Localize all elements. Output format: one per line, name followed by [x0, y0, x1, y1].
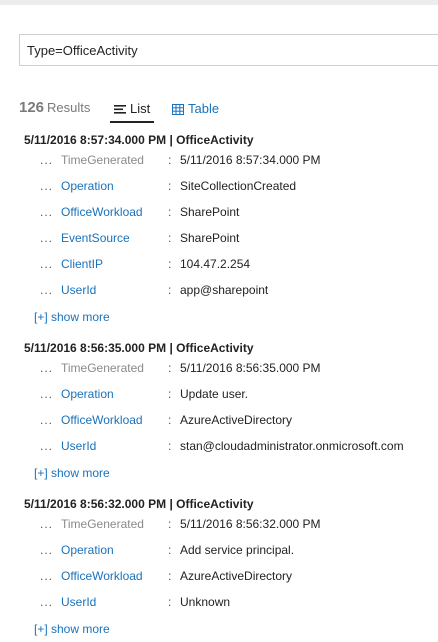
expand-dots-icon[interactable]: ...: [40, 179, 53, 193]
top-band: [0, 0, 438, 5]
field-colon: :: [168, 283, 172, 297]
expand-dots-icon[interactable]: ...: [40, 283, 53, 297]
expand-dots-icon[interactable]: ...: [40, 205, 53, 219]
field-row: ... OfficeWorkload: AzureActiveDirectory: [40, 413, 438, 429]
expand-dots-icon[interactable]: ...: [40, 387, 53, 401]
field-name-link[interactable]: UserId: [61, 439, 96, 453]
field-colon: :: [168, 387, 172, 401]
search-query-input[interactable]: Type=OfficeActivity: [19, 34, 438, 66]
expand-dots-icon[interactable]: ...: [40, 153, 53, 167]
list-icon: [114, 103, 126, 118]
field-name: TimeGenerated: [61, 153, 144, 167]
field-name-link[interactable]: OfficeWorkload: [61, 413, 143, 427]
field-value: 5/11/2016 8:56:32.000 PM: [180, 517, 321, 531]
field-name-link[interactable]: Operation: [61, 543, 114, 557]
results-bar: 126 Results List Table: [19, 99, 438, 123]
expand-dots-icon[interactable]: ...: [40, 543, 53, 557]
field-name: TimeGenerated: [61, 517, 144, 531]
record-header: 5/11/2016 8:56:35.000 PM | OfficeActivit…: [24, 341, 254, 355]
field-row: ... Operation: Update user.: [40, 387, 438, 403]
field-colon: :: [168, 543, 172, 557]
field-row: ... Operation: Add service principal.: [40, 543, 438, 559]
field-value: SharePoint: [180, 205, 240, 219]
results-count-label: Results: [47, 100, 91, 115]
expand-dots-icon[interactable]: ...: [40, 413, 53, 427]
field-row: ... TimeGenerated:5/11/2016 8:56:35.000 P…: [40, 361, 438, 377]
field-row: ... UserId: stan@cloudadministrator.onmicr…: [40, 439, 438, 455]
results-count: 126 Results: [19, 99, 90, 116]
field-row: ... UserId: app@sharepoint: [40, 283, 438, 299]
record-header: 5/11/2016 8:56:32.000 PM | OfficeActivit…: [24, 497, 254, 511]
field-colon: :: [168, 179, 172, 193]
field-name-link[interactable]: OfficeWorkload: [61, 205, 143, 219]
field-value: 5/11/2016 8:56:35.000 PM: [180, 361, 321, 375]
tab-table-label: Table: [188, 101, 220, 116]
field-colon: :: [168, 439, 172, 453]
field-row: ... ClientIP:104.47.2.254: [40, 257, 438, 273]
field-value: AzureActiveDirectory: [180, 569, 293, 583]
expand-dots-icon[interactable]: ...: [40, 439, 53, 453]
tab-list[interactable]: List: [110, 101, 155, 123]
field-colon: :: [168, 257, 172, 271]
field-name-link[interactable]: UserId: [61, 283, 96, 297]
tab-list-label: List: [130, 101, 151, 116]
tab-table[interactable]: Table: [172, 101, 219, 121]
field-name: TimeGenerated: [61, 361, 144, 375]
field-row: ... Operation: SiteCollectionCreated: [40, 179, 438, 195]
field-value: Add service principal.: [180, 543, 295, 557]
field-name-link[interactable]: Operation: [61, 387, 114, 401]
expand-dots-icon[interactable]: ...: [40, 231, 53, 245]
field-row: ... EventSource: SharePoint: [40, 231, 438, 247]
field-value: 5/11/2016 8:57:34.000 PM: [180, 153, 321, 167]
field-name-link[interactable]: OfficeWorkload: [61, 569, 143, 583]
field-value: Update user.: [180, 387, 249, 401]
field-row: ... OfficeWorkload: AzureActiveDirectory: [40, 569, 438, 585]
field-row: ... OfficeWorkload: SharePoint: [40, 205, 438, 221]
field-colon: :: [168, 153, 172, 167]
field-value: Unknown: [180, 595, 231, 609]
field-colon: :: [168, 517, 172, 531]
field-value: SharePoint: [180, 231, 240, 245]
field-row: ... TimeGenerated:5/11/2016 8:56:32.000 P…: [40, 517, 438, 533]
field-colon: :: [168, 361, 172, 375]
expand-dots-icon[interactable]: ...: [40, 361, 53, 375]
expand-dots-icon[interactable]: ...: [40, 569, 53, 583]
expand-dots-icon[interactable]: ...: [40, 517, 53, 531]
field-row: ... UserId: Unknown: [40, 595, 438, 611]
field-value: AzureActiveDirectory: [180, 413, 293, 427]
table-grid-icon: [172, 103, 184, 118]
show-more-link[interactable]: [+] show more: [34, 310, 110, 324]
field-row: ... TimeGenerated:5/11/2016 8:57:34.000 P…: [40, 153, 438, 169]
field-value: SiteCollectionCreated: [180, 179, 297, 193]
field-name-link[interactable]: Operation: [61, 179, 114, 193]
field-colon: :: [168, 569, 172, 583]
field-colon: :: [168, 595, 172, 609]
record-header: 5/11/2016 8:57:34.000 PM | OfficeActivit…: [24, 133, 254, 147]
show-more-link[interactable]: [+] show more: [34, 466, 110, 480]
field-name-link[interactable]: EventSource: [61, 231, 130, 245]
show-more-link[interactable]: [+] show more: [34, 622, 110, 636]
field-value: app@sharepoint: [180, 283, 269, 297]
expand-dots-icon[interactable]: ...: [40, 595, 53, 609]
field-value: stan@cloudadministrator.onmicrosoft.com: [180, 439, 404, 453]
expand-dots-icon[interactable]: ...: [40, 257, 53, 271]
results-count-number: 126: [19, 99, 45, 116]
field-value: 104.47.2.254: [180, 257, 251, 271]
field-colon: :: [168, 413, 172, 427]
field-colon: :: [168, 205, 172, 219]
field-colon: :: [168, 231, 172, 245]
field-name-link[interactable]: ClientIP: [61, 257, 103, 271]
field-name-link[interactable]: UserId: [61, 595, 96, 609]
